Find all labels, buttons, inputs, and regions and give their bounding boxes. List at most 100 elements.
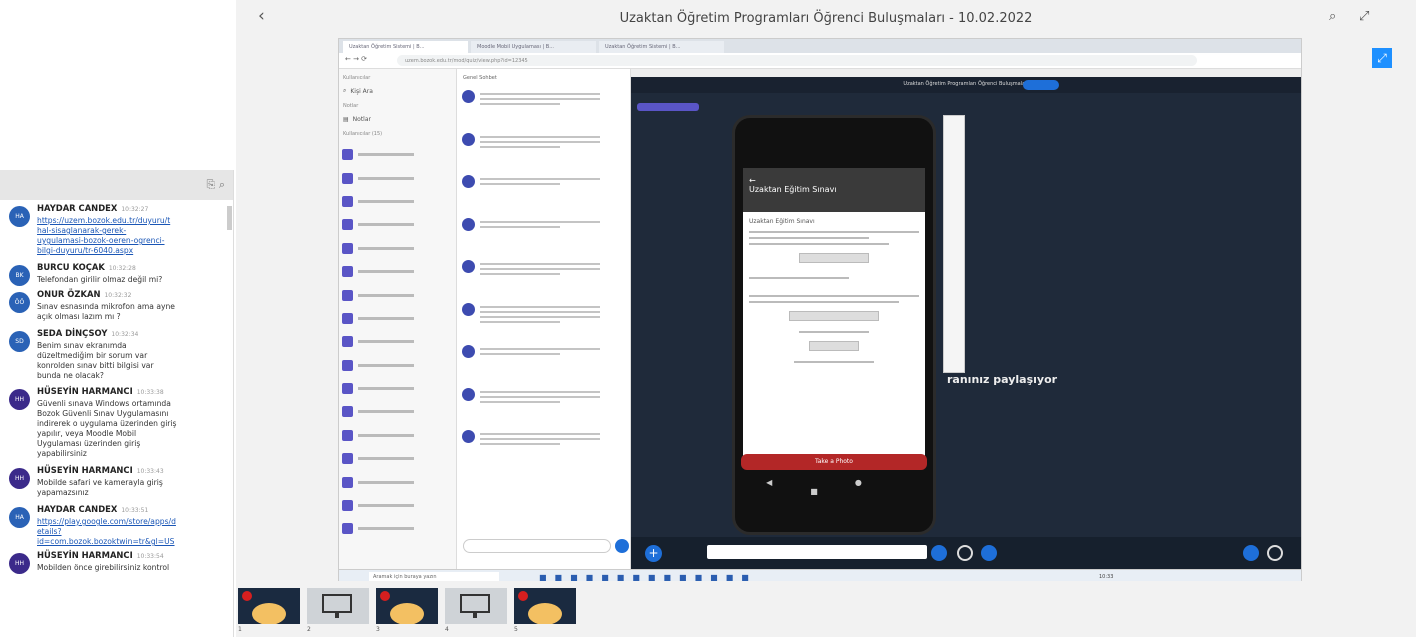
- author-name: SEDA DİNÇSOY: [37, 328, 108, 338]
- share-status-text: ranınız paylaşıyor: [947, 373, 1058, 386]
- user-item[interactable]: [339, 424, 456, 447]
- author-name: BURCU KOÇAK: [37, 262, 105, 272]
- message-author: HÜSEYİN HARMANCI 10:33:54: [37, 549, 224, 563]
- quiz-button[interactable]: [799, 253, 869, 263]
- quiz-start-button[interactable]: [789, 311, 879, 321]
- message-link[interactable]: hal-sisaglanarak-gerek-: [37, 226, 224, 236]
- camera-icon[interactable]: [957, 545, 973, 561]
- avatar: [342, 219, 353, 231]
- message-link[interactable]: etails?: [37, 527, 224, 537]
- user-item[interactable]: [339, 470, 456, 493]
- record-badge[interactable]: [1023, 80, 1059, 90]
- camera-thumbnail[interactable]: [514, 588, 576, 624]
- send-icon[interactable]: [615, 539, 629, 553]
- message-link[interactable]: bilgi-duyuru/tr-6040.aspx: [37, 246, 224, 256]
- message-author: SEDA DİNÇSOY 10:32:34: [37, 327, 224, 341]
- shared-chat-pane: Genel Sohbet: [457, 69, 631, 569]
- take-photo-button[interactable]: Take a Photo: [741, 454, 927, 470]
- message-time: 10:33:54: [136, 553, 164, 560]
- shared-chat-message: [457, 427, 630, 470]
- screenshare-icon[interactable]: [981, 545, 997, 561]
- user-item[interactable]: [339, 260, 456, 283]
- user-name: [358, 176, 414, 180]
- lamp-glow: [252, 603, 286, 624]
- avatar: HA: [9, 507, 30, 528]
- avatar: SD: [9, 331, 30, 352]
- chat-message-list: HA HAYDAR CANDEX 10:32:27 https://uzem.bozo…: [0, 200, 226, 637]
- message-text: bunda ne olacak?: [37, 371, 104, 380]
- avatar: [462, 132, 475, 146]
- chat-scrollbar[interactable]: [227, 206, 232, 230]
- user-item[interactable]: [339, 283, 456, 306]
- search-icon[interactable]: ⌕: [1329, 9, 1336, 24]
- author-name: HÜSEYİN HARMANCI: [37, 465, 133, 475]
- message-author: BURCU KOÇAK 10:32:28: [37, 261, 224, 275]
- message-link[interactable]: id=com.bozok.bozoktwin=tr&gl=US: [37, 537, 224, 547]
- screen-thumbnail[interactable]: [307, 588, 369, 624]
- options-icon[interactable]: [1267, 545, 1283, 561]
- message-link[interactable]: uygulamasi-bozok-oeren-ogrenci-: [37, 236, 224, 246]
- chat-message: HH HÜSEYİN HARMANCI 10:33:54 Mobilden önce …: [0, 549, 226, 574]
- settings-icon[interactable]: [1243, 545, 1259, 561]
- app-root: ‹ Uzaktan Öğretim Programları Öğrenci Bu…: [0, 0, 1416, 637]
- message-text: indirerek o uygulama üzerinden giriş: [37, 419, 177, 428]
- user-item[interactable]: [339, 517, 456, 540]
- message-link[interactable]: https://uzem.bozok.edu.tr/duyuru/t: [37, 216, 224, 226]
- browser-tab[interactable]: Uzaktan Öğretim Sistemi | B...: [599, 41, 724, 53]
- user-item[interactable]: [339, 307, 456, 330]
- user-item[interactable]: [339, 166, 456, 189]
- sidebar-search[interactable]: ⌕ Kişi Ara: [343, 85, 452, 97]
- avatar: [462, 302, 475, 316]
- chat-panel-header: ⎘ ⌕: [0, 170, 233, 200]
- screen-share-banner: [707, 545, 927, 559]
- lamp-glow: [528, 603, 562, 624]
- layout-icon[interactable]: ⤢: [1359, 9, 1369, 24]
- user-name: [358, 270, 414, 274]
- message-text: açık olması lazım mı ?: [37, 312, 121, 321]
- meeting-title: Uzaktan Öğretim Programları Öğrenci Bulu…: [903, 81, 1029, 87]
- user-item[interactable]: [339, 447, 456, 470]
- record-dot-icon: [242, 591, 252, 601]
- message-text: Güvenli sınava Windows ortamında: [37, 399, 171, 408]
- user-item[interactable]: [339, 213, 456, 236]
- shared-chat-input[interactable]: [463, 539, 611, 553]
- user-item[interactable]: [339, 190, 456, 213]
- user-item[interactable]: [339, 400, 456, 423]
- message-link[interactable]: https://play.google.com/store/apps/d: [37, 517, 224, 527]
- plus-icon[interactable]: +: [645, 545, 662, 562]
- user-item[interactable]: [339, 237, 456, 260]
- avatar: [342, 453, 353, 465]
- browser-tab[interactable]: Moodle Mobil Uygulaması | B...: [471, 41, 596, 53]
- page-title: Uzaktan Öğretim Programları Öğrenci Bulu…: [619, 11, 1033, 26]
- thumbnail-label: 3: [376, 626, 380, 633]
- message-time: 10:33:38: [136, 389, 164, 396]
- message-time: 10:32:27: [121, 206, 149, 213]
- author-name: HAYDAR CANDEX: [37, 203, 118, 213]
- user-item[interactable]: [339, 354, 456, 377]
- avatar: ÖÖ: [9, 292, 30, 313]
- camera-thumbnail[interactable]: [376, 588, 438, 624]
- video-thumbnail-strip: 1 2 3 4 5: [236, 581, 1416, 637]
- user-list: [339, 143, 456, 541]
- shared-chat-header: Genel Sohbet: [463, 75, 497, 81]
- camera-thumbnail[interactable]: [238, 588, 300, 624]
- user-item[interactable]: [339, 330, 456, 353]
- user-item[interactable]: [339, 143, 456, 166]
- screen-thumbnail[interactable]: [445, 588, 507, 624]
- browser-nav-icons[interactable]: ← → ⟳: [345, 55, 367, 63]
- shared-screen: Uzaktan Öğretim Sistemi | B... Moodle Mo…: [338, 38, 1302, 585]
- mic-icon[interactable]: [931, 545, 947, 561]
- sidebar-item-notes[interactable]: ▤ Notlar: [343, 113, 452, 125]
- expand-icon[interactable]: ⤢: [1372, 48, 1392, 68]
- browser-tab[interactable]: Uzaktan Öğretim Sistemi | B...: [343, 41, 468, 53]
- emulator-toolbar[interactable]: [943, 115, 965, 373]
- user-item[interactable]: [339, 494, 456, 517]
- back-arrow-icon[interactable]: ←: [749, 176, 756, 185]
- user-item[interactable]: [339, 377, 456, 400]
- quiz-back-button[interactable]: [809, 341, 859, 351]
- chat-tools-icon[interactable]: ⎘ ⌕: [207, 178, 225, 192]
- url-field[interactable]: uzem.bozok.edu.tr/mod/quiz/view.php?id=1…: [397, 55, 1197, 66]
- monitor-icon: [322, 594, 352, 613]
- message-text: yapabilirsiniz: [37, 449, 87, 458]
- avatar: [342, 149, 353, 161]
